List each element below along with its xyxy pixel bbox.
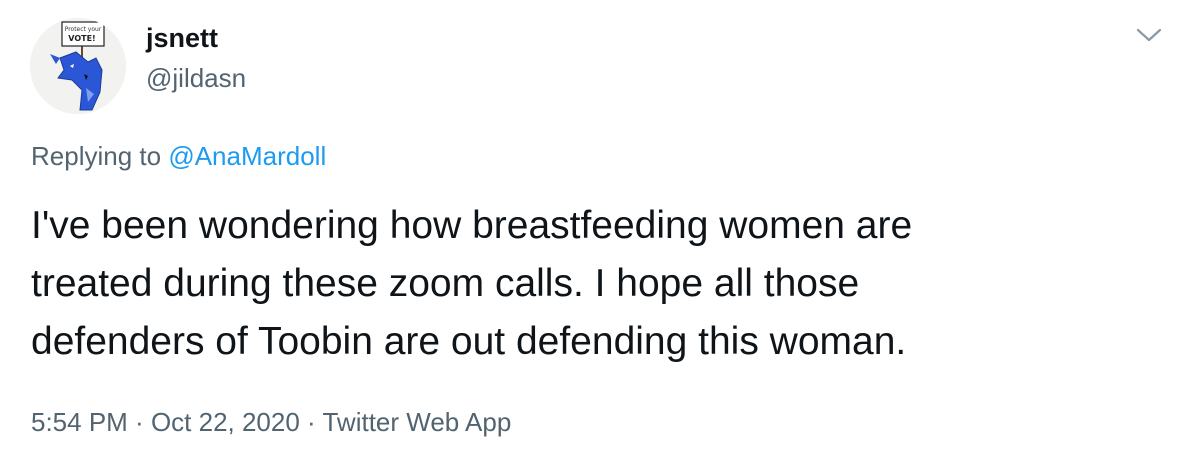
tweet-date[interactable]: Oct 22, 2020	[151, 407, 300, 437]
user-handle[interactable]: @jildasn	[146, 62, 246, 94]
mention-link[interactable]: @AnaMardoll	[168, 141, 326, 171]
avatar-illustration: Protect your VOTE!	[30, 18, 126, 114]
tweet-meta: 5:54 PM · Oct 22, 2020 · Twitter Web App	[31, 405, 511, 439]
meta-separator: ·	[299, 407, 323, 437]
tweet-time[interactable]: 5:54 PM	[31, 407, 128, 437]
tweet-line: defenders of Toobin are out defending th…	[31, 320, 907, 363]
replying-to: Replying to @AnaMardoll	[31, 140, 326, 172]
avatar[interactable]: Protect your VOTE!	[30, 18, 126, 114]
svg-text:VOTE!: VOTE!	[68, 34, 95, 43]
avatar-sign-text: Protect your	[65, 26, 102, 33]
tweet-line: I've been wondering how breastfeeding wo…	[31, 204, 913, 247]
meta-separator: ·	[127, 407, 151, 437]
tweet-line: treated during these zoom calls. I hope …	[31, 262, 860, 305]
display-name[interactable]: jsnett	[146, 22, 218, 54]
tweet-text: I've been wondering how breastfeeding wo…	[31, 197, 1141, 371]
chevron-down-icon[interactable]	[1134, 22, 1164, 48]
replying-to-label: Replying to	[31, 141, 169, 171]
tweet-source[interactable]: Twitter Web App	[322, 407, 511, 437]
